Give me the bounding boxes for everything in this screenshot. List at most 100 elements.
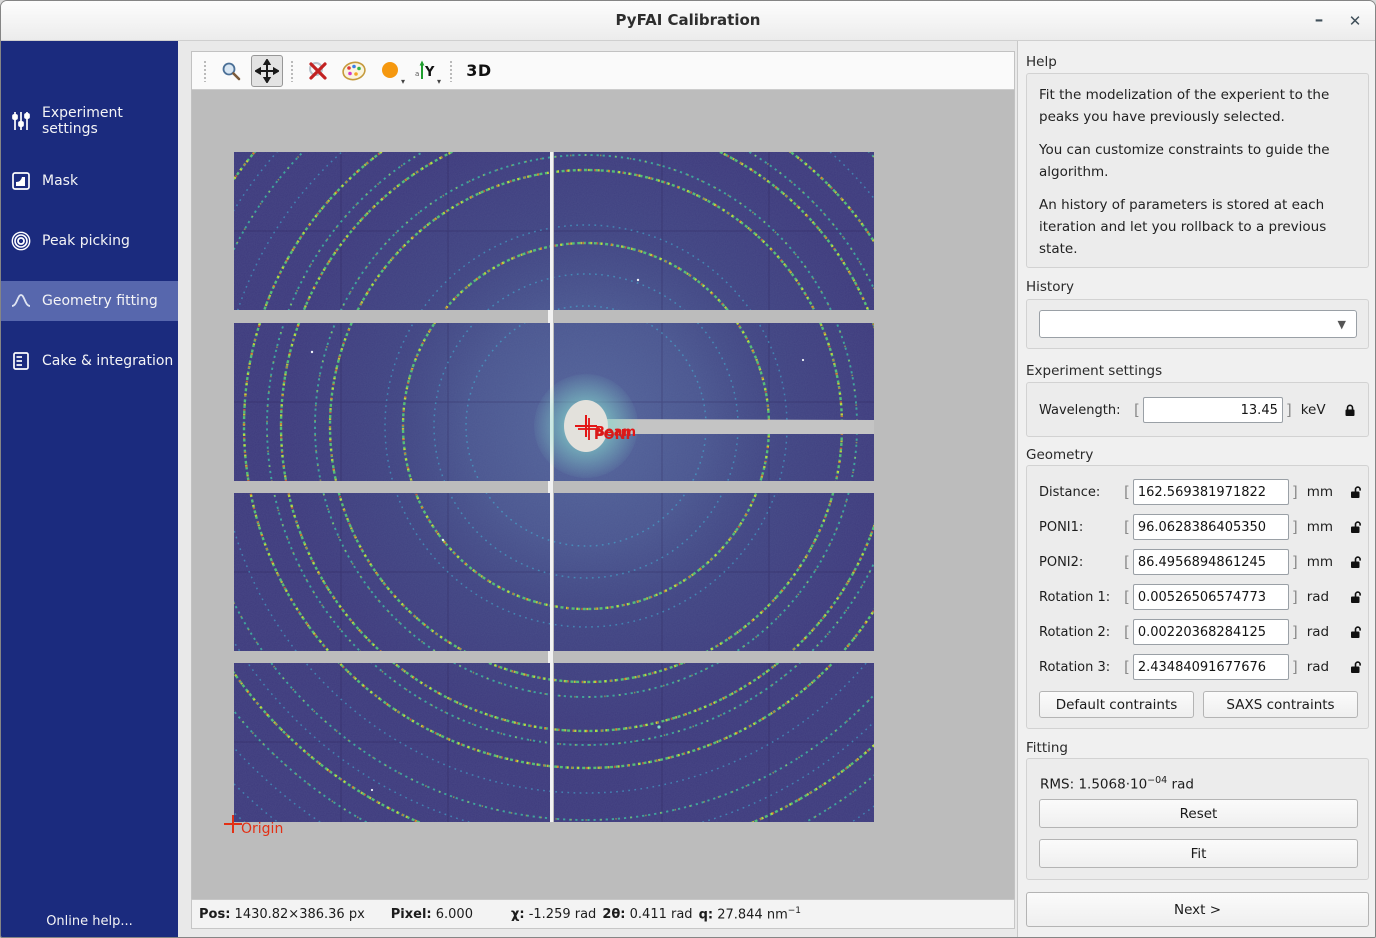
pan-icon[interactable] — [251, 55, 283, 87]
poni2-unit: mm — [1307, 554, 1341, 570]
sidebar-item-experiment-settings[interactable]: Experiment settings — [1, 101, 178, 141]
distance-input[interactable] — [1133, 479, 1289, 505]
dropdown-caret-icon: ▾ — [437, 78, 441, 86]
clear-zoom-icon[interactable] — [302, 55, 334, 87]
poni1-input[interactable] — [1133, 514, 1289, 540]
right-bracket: ] — [1292, 483, 1298, 501]
titlebar: PyFAI Calibration – ✕ — [1, 1, 1375, 41]
poni2-input[interactable] — [1133, 549, 1289, 575]
lock-open-icon[interactable] — [1349, 520, 1363, 535]
left-bracket: [ — [1124, 658, 1130, 676]
rotation1-label: Rotation 1: — [1039, 590, 1121, 605]
right-bracket: ] — [1292, 658, 1298, 676]
statusbar: Pos: 1430.82×386.36 px Pixel: 6.000 χ: -… — [191, 899, 1015, 929]
fitting-box: RMS: 1.5068·10−04 rad Reset Fit — [1026, 758, 1369, 880]
zoom-icon[interactable] — [215, 55, 247, 87]
sidebar-item-label: Experiment settings — [42, 105, 178, 137]
rotation3-input[interactable] — [1133, 654, 1289, 680]
left-bracket: [ — [1124, 623, 1130, 641]
poni2-label: PONI2: — [1039, 555, 1121, 570]
peak-curve-icon — [10, 290, 32, 312]
sidebar-item-mask[interactable]: Mask — [1, 161, 178, 201]
help-paragraph: Fit the modelization of the experient to… — [1039, 85, 1356, 128]
close-button[interactable]: ✕ — [1343, 10, 1367, 32]
svg-text:Y: Y — [424, 65, 435, 80]
lock-open-icon[interactable] — [1349, 590, 1363, 605]
app-window: PyFAI Calibration – ✕ Experiment setting… — [0, 0, 1376, 938]
window-title: PyFAI Calibration — [1, 11, 1375, 29]
status-chi: χ: -1.259 rad — [511, 907, 596, 922]
history-dropdown[interactable]: ▼ — [1039, 310, 1357, 338]
mask-image-icon — [10, 170, 32, 192]
right-bracket: ] — [1292, 623, 1298, 641]
right-bracket: ] — [1292, 518, 1298, 536]
sidebar-item-peak-picking[interactable]: Peak picking — [1, 221, 178, 261]
rotation2-unit: rad — [1307, 624, 1341, 640]
wavelength-input[interactable] — [1143, 397, 1283, 423]
lock-open-icon[interactable] — [1349, 625, 1363, 640]
rms-value: RMS: 1.5068·10−04 rad — [1040, 775, 1194, 793]
help-box: Fit the modelization of the experient to… — [1026, 73, 1369, 268]
experiment-box: Wavelength: [ ] keV — [1026, 382, 1369, 437]
status-q: q: 27.844 nm−1 — [699, 906, 801, 922]
rotation2-label: Rotation 2: — [1039, 625, 1121, 640]
distance-unit: mm — [1307, 484, 1341, 500]
poni1-unit: mm — [1307, 519, 1341, 535]
reset-button[interactable]: Reset — [1039, 799, 1358, 828]
scattering-halo — [234, 152, 874, 822]
rotation1-input[interactable] — [1133, 584, 1289, 610]
saxs-constraints-button[interactable]: SAXS contraints — [1203, 691, 1358, 718]
sidebar-item-label: Geometry fitting — [42, 293, 158, 309]
plot-toolbar: ▾ a Y ▾ 3D — [192, 52, 1014, 90]
plot-widget: ▾ a Y ▾ 3D — [191, 51, 1015, 899]
sliders-icon — [10, 110, 32, 132]
history-box: ▼ — [1026, 299, 1369, 349]
next-button[interactable]: Next > — [1026, 892, 1369, 927]
sidebar-item-label: Peak picking — [42, 233, 130, 249]
fit-button[interactable]: Fit — [1039, 839, 1358, 868]
colormap-palette-icon[interactable] — [338, 55, 370, 87]
rotation2-input[interactable] — [1133, 619, 1289, 645]
sidebar-item-geometry-fitting[interactable]: Geometry fitting — [1, 281, 178, 321]
left-bracket: [ — [1124, 588, 1130, 606]
geometry-section-label: Geometry — [1026, 447, 1093, 463]
left-bracket: [ — [1124, 553, 1130, 571]
lock-open-icon[interactable] — [1349, 485, 1363, 500]
status-2theta: 2θ: 0.411 rad — [602, 907, 692, 922]
concentric-rings-icon — [10, 230, 32, 252]
status-pixel: Pixel: 6.000 — [391, 907, 473, 922]
history-section-label: History — [1026, 279, 1074, 295]
lock-open-icon[interactable] — [1349, 555, 1363, 570]
rotation3-label: Rotation 3: — [1039, 660, 1121, 675]
default-constraints-button[interactable]: Default contraints — [1039, 691, 1194, 718]
y-axis-orientation-icon[interactable]: a Y ▾ — [410, 55, 442, 87]
poni-label: PONI — [594, 428, 630, 443]
help-section-label: Help — [1026, 54, 1057, 70]
sidebar-item-label: Mask — [42, 173, 78, 189]
origin-label: Origin — [241, 821, 283, 837]
help-paragraph: You can customize constraints to guide t… — [1039, 140, 1356, 183]
online-help-link[interactable]: Online help... — [1, 914, 178, 929]
lock-open-icon[interactable] — [1349, 660, 1363, 675]
left-bracket: [ — [1124, 483, 1130, 501]
svg-text:a: a — [415, 70, 419, 78]
minimize-button[interactable]: – — [1307, 10, 1331, 32]
fitting-section-label: Fitting — [1026, 740, 1068, 756]
sidebar-item-cake-integration[interactable]: Cake & integration — [1, 341, 178, 381]
experiment-section-label: Experiment settings — [1026, 363, 1162, 379]
lock-closed-icon[interactable] — [1343, 403, 1357, 418]
sidebar: Experiment settings Mask Peak picking Ge… — [1, 41, 178, 937]
diffraction-image: Beam PONI Origin — [192, 90, 1014, 899]
geometry-box: Distance: [ ] mm PONI1: [ ] mm PONI2: [ … — [1026, 465, 1369, 729]
marker-color-icon[interactable]: ▾ — [374, 55, 406, 87]
3d-view-icon[interactable]: 3D — [461, 55, 493, 87]
poni1-label: PONI1: — [1039, 520, 1121, 535]
right-panel: Help Fit the modelization of the experie… — [1017, 41, 1375, 937]
diffraction-plot-canvas[interactable]: Beam PONI Origin — [192, 90, 1014, 899]
toolbar-handle — [203, 60, 208, 82]
rotation1-unit: rad — [1307, 589, 1341, 605]
distance-label: Distance: — [1039, 485, 1121, 500]
wavelength-label: Wavelength: — [1039, 403, 1131, 418]
right-bracket: ] — [1292, 588, 1298, 606]
left-bracket: [ — [1124, 518, 1130, 536]
